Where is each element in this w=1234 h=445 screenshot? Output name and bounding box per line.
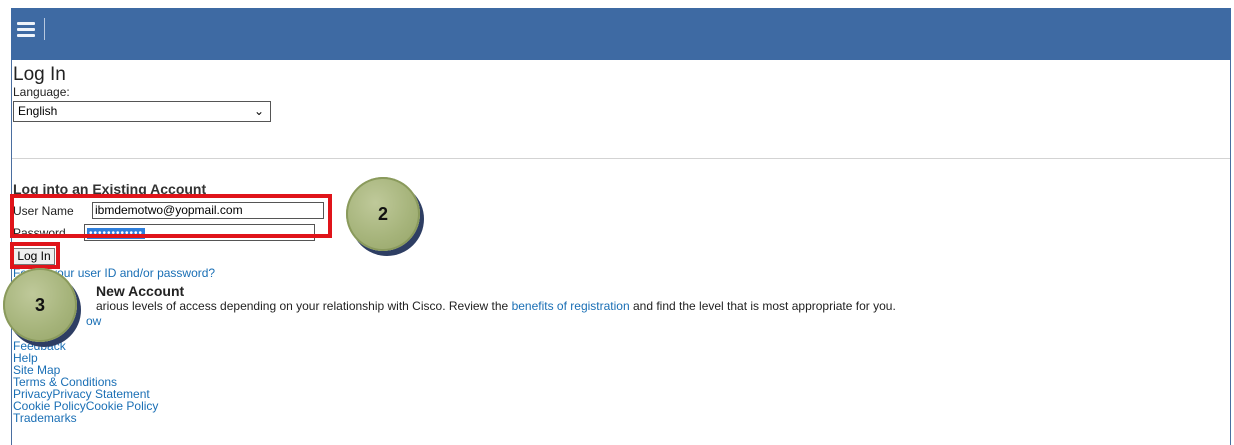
login-button-highlight-box: [10, 242, 60, 269]
language-selected-value: English: [18, 104, 58, 118]
page-title: Log In: [13, 64, 66, 85]
language-select[interactable]: English ⌄: [13, 101, 271, 122]
description-end: and find the level that is most appropri…: [629, 299, 896, 313]
language-label: Language:: [13, 85, 70, 99]
footer-link-trademarks[interactable]: Trademarks: [13, 412, 158, 424]
register-now-link[interactable]: ow: [86, 314, 101, 328]
section-divider: [12, 158, 1230, 159]
credentials-highlight-box: [10, 194, 332, 238]
bar-divider: [44, 18, 45, 40]
footer-links: Feedback Help Site Map Terms & Condition…: [13, 340, 158, 424]
step-3-callout: 3: [3, 268, 77, 342]
hamburger-menu-icon[interactable]: [17, 22, 35, 37]
new-account-title: New Account: [96, 283, 185, 299]
chevron-down-icon: ⌄: [253, 104, 264, 118]
benefits-of-registration-link[interactable]: benefits of registration: [512, 299, 630, 313]
description-start: arious levels of access depending on you…: [96, 299, 512, 313]
registration-description: arious levels of access depending on you…: [96, 299, 896, 313]
step-2-callout: 2: [346, 177, 420, 251]
top-navigation-bar: [11, 8, 1231, 60]
